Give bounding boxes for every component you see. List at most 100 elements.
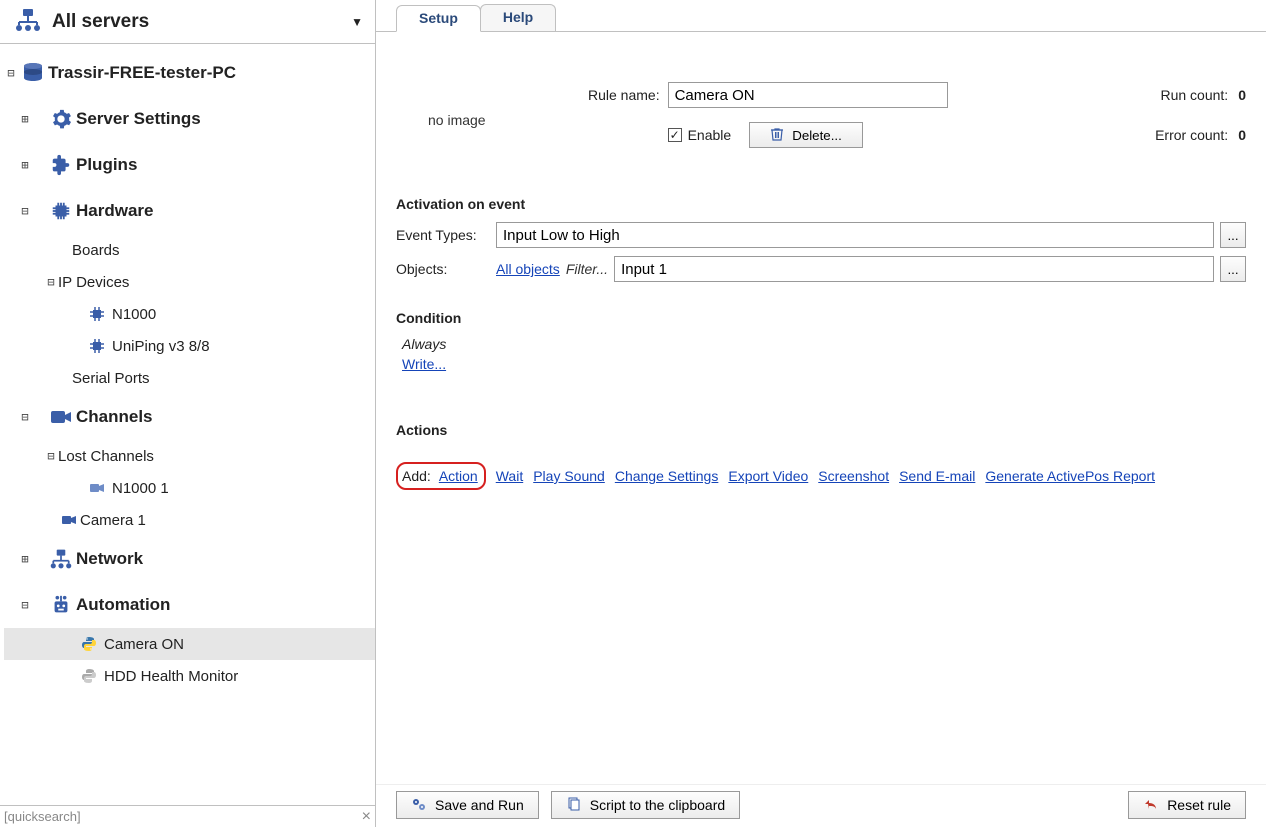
- objects-browse-button[interactable]: ...: [1220, 256, 1246, 282]
- quicksearch-placeholder: [quicksearch]: [4, 809, 81, 824]
- event-types-label: Event Types:: [396, 227, 490, 243]
- add-wait-link[interactable]: Wait: [496, 468, 523, 484]
- sidebar: All servers ▼ ⊟ Trassir-FREE-tester-PC ⊞…: [0, 0, 376, 827]
- add-send-email-link[interactable]: Send E-mail: [899, 468, 975, 484]
- sidebar-header[interactable]: All servers ▼: [0, 0, 375, 44]
- tree-label: Boards: [72, 242, 120, 259]
- add-label: Add:: [402, 468, 431, 484]
- script-clipboard-button[interactable]: Script to the clipboard: [551, 791, 740, 819]
- add-play-sound-link[interactable]: Play Sound: [533, 468, 605, 484]
- network-icon: [46, 548, 76, 570]
- tree-ip-devices[interactable]: ⊟ IP Devices: [4, 266, 375, 298]
- collapse-icon[interactable]: ⊟: [18, 598, 32, 612]
- event-types-input[interactable]: [496, 222, 1214, 248]
- checkbox-icon: ✓: [668, 128, 682, 142]
- rule-name-label: Rule name:: [576, 87, 668, 103]
- tree-label: Lost Channels: [58, 448, 154, 465]
- chevron-down-icon[interactable]: ▼: [351, 15, 363, 29]
- undo-icon: [1143, 796, 1159, 815]
- tree-lost-channels[interactable]: ⊟ Lost Channels: [4, 440, 375, 472]
- form-area: no image Rule name: Run count: 0 ✓ Enabl…: [376, 32, 1266, 784]
- no-image-label: no image: [428, 112, 486, 128]
- collapse-icon[interactable]: ⊟: [18, 410, 32, 424]
- close-icon[interactable]: ×: [362, 808, 371, 826]
- tree-label: Network: [76, 549, 143, 569]
- section-actions: Actions: [396, 422, 1246, 438]
- condition-value: Always: [402, 336, 1246, 352]
- tab-help[interactable]: Help: [480, 4, 556, 31]
- run-count-label: Run count:: [1160, 87, 1228, 103]
- tree-label: Camera 1: [80, 512, 146, 529]
- tree-hardware[interactable]: ⊟ Hardware: [4, 188, 375, 234]
- tree-hdd-health[interactable]: HDD Health Monitor: [4, 660, 375, 692]
- rule-name-input[interactable]: [668, 82, 948, 108]
- objects-input[interactable]: [614, 256, 1214, 282]
- tree-label: Serial Ports: [72, 370, 150, 387]
- tree-server-settings[interactable]: ⊞ Server Settings: [4, 96, 375, 142]
- enable-checkbox[interactable]: ✓ Enable: [668, 127, 732, 143]
- delete-label: Delete...: [792, 128, 842, 143]
- add-change-settings-link[interactable]: Change Settings: [615, 468, 719, 484]
- enable-label: Enable: [688, 127, 732, 143]
- tree-plugins[interactable]: ⊞ Plugins: [4, 142, 375, 188]
- expand-icon[interactable]: ⊞: [18, 112, 32, 126]
- tree-n1000[interactable]: N1000: [4, 298, 375, 330]
- tree-camera-1[interactable]: Camera 1: [4, 504, 375, 536]
- add-export-video-link[interactable]: Export Video: [728, 468, 808, 484]
- collapse-icon[interactable]: ⊟: [44, 449, 58, 463]
- reset-rule-button[interactable]: Reset rule: [1128, 791, 1246, 819]
- main-panel: Setup Help no image Rule name: Run count…: [376, 0, 1266, 827]
- tree-automation[interactable]: ⊟ Automation: [4, 582, 375, 628]
- all-objects-link[interactable]: All objects: [496, 261, 560, 277]
- tree-server-root[interactable]: ⊟ Trassir-FREE-tester-PC: [4, 50, 375, 96]
- save-and-run-button[interactable]: Save and Run: [396, 791, 539, 819]
- servers-icon: [14, 8, 42, 35]
- gear-icon: [46, 108, 76, 130]
- error-count-label: Error count:: [1155, 127, 1228, 143]
- delete-button[interactable]: Delete...: [749, 122, 863, 148]
- write-link[interactable]: Write...: [402, 356, 446, 372]
- camera-icon: [58, 512, 80, 528]
- footer: Save and Run Script to the clipboard Res…: [376, 784, 1266, 827]
- add-generate-report-link[interactable]: Generate ActivePos Report: [985, 468, 1155, 484]
- section-condition: Condition: [396, 310, 1246, 326]
- tree-label: Plugins: [76, 155, 137, 175]
- tree-label: Trassir-FREE-tester-PC: [48, 63, 236, 83]
- quicksearch-bar[interactable]: [quicksearch] ×: [0, 805, 375, 827]
- collapse-icon[interactable]: ⊟: [4, 66, 18, 80]
- error-count-value: 0: [1238, 127, 1246, 143]
- tree-label: Automation: [76, 595, 170, 615]
- collapse-icon[interactable]: ⊟: [44, 275, 58, 289]
- tree-label: Camera ON: [104, 636, 184, 653]
- tree-boards[interactable]: · Boards: [4, 234, 375, 266]
- chip-icon: [82, 338, 112, 354]
- chip-icon: [46, 200, 76, 222]
- gears-icon: [411, 796, 427, 815]
- add-screenshot-link[interactable]: Screenshot: [818, 468, 889, 484]
- python-icon: [74, 668, 104, 684]
- tree-n1000-1[interactable]: N1000 1: [4, 472, 375, 504]
- puzzle-icon: [46, 154, 76, 176]
- tab-setup[interactable]: Setup: [396, 5, 481, 32]
- section-activation: Activation on event: [396, 196, 1246, 212]
- tree: ⊟ Trassir-FREE-tester-PC ⊞ Server Settin…: [0, 44, 375, 805]
- trash-icon: [770, 127, 784, 144]
- tree-channels[interactable]: ⊟ Channels: [4, 394, 375, 440]
- sidebar-title: All servers: [52, 11, 149, 33]
- tree-label: HDD Health Monitor: [104, 668, 238, 685]
- tree-serial-ports[interactable]: · Serial Ports: [4, 362, 375, 394]
- expand-icon[interactable]: ⊞: [18, 552, 32, 566]
- tree-camera-on[interactable]: Camera ON: [4, 628, 375, 660]
- tree-uniping[interactable]: UniPing v3 8/8: [4, 330, 375, 362]
- tree-network[interactable]: ⊞ Network: [4, 536, 375, 582]
- clipboard-icon: [566, 796, 582, 815]
- event-types-browse-button[interactable]: ...: [1220, 222, 1246, 248]
- ellipsis-icon: ...: [1227, 228, 1238, 243]
- save-and-run-label: Save and Run: [435, 797, 524, 813]
- ellipsis-icon: ...: [1227, 262, 1238, 277]
- expand-icon[interactable]: ⊞: [18, 158, 32, 172]
- tree-label: Hardware: [76, 201, 153, 221]
- add-action-link[interactable]: Action: [439, 468, 478, 484]
- collapse-icon[interactable]: ⊟: [18, 204, 32, 218]
- python-icon: [74, 636, 104, 652]
